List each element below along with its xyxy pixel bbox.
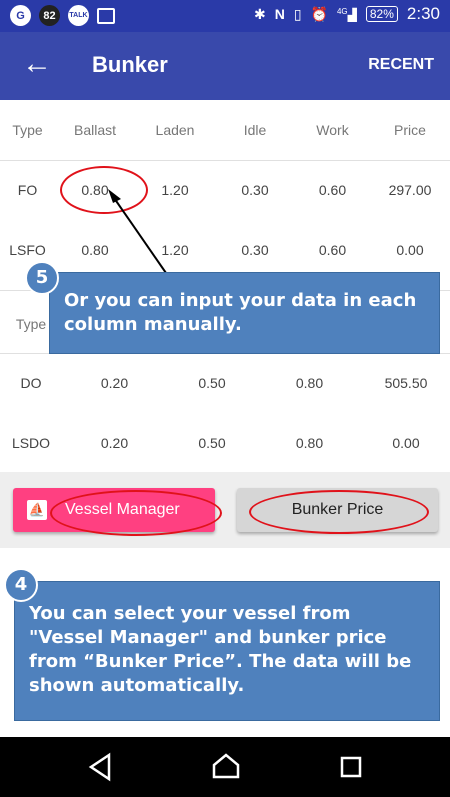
- row-type-label: FO: [17, 182, 38, 198]
- page-title: Bunker: [92, 52, 168, 77]
- price-field[interactable]: 0.00: [362, 435, 450, 451]
- home-icon[interactable]: [211, 751, 241, 783]
- callout-text: Or you can input your data in each colum…: [64, 290, 417, 335]
- callout-step-5: Or you can input your data in each colum…: [49, 272, 440, 354]
- arrow-left-icon[interactable]: ←: [22, 46, 52, 82]
- price-field[interactable]: 0.00: [370, 242, 450, 258]
- table-row: DO 0.20 0.50 0.80 505.50: [0, 353, 450, 413]
- pointer-arrow: [108, 189, 167, 274]
- signal-icon: 4G▟: [336, 6, 357, 22]
- step-badge: 5: [25, 261, 59, 295]
- ballast-field[interactable]: 0.20: [62, 375, 167, 391]
- back-triangle-icon[interactable]: [87, 751, 115, 783]
- laden-field[interactable]: 0.50: [167, 435, 257, 451]
- idle-field[interactable]: 0.30: [215, 242, 295, 258]
- laden-field[interactable]: 0.50: [167, 375, 257, 391]
- notification-icon-g: G: [10, 5, 31, 26]
- alarm-icon: ⏰: [310, 5, 328, 22]
- header-ballast: Ballast: [73, 122, 117, 138]
- recent-button[interactable]: RECENT: [368, 56, 434, 74]
- header-type: Type: [12, 122, 43, 138]
- table1-header: Type Ballast Laden Idle Work Price: [0, 100, 450, 160]
- highlight-oval: [249, 490, 429, 534]
- recent-apps-icon[interactable]: [338, 751, 364, 783]
- price-field[interactable]: 505.50: [362, 375, 450, 391]
- row-type-label: LSDO: [11, 435, 51, 451]
- vibrate-icon: ▯: [293, 5, 302, 22]
- table-row: LSFO 0.80 1.20 0.30 0.60 0.00: [0, 220, 450, 280]
- navigation-bar: [0, 737, 450, 797]
- idle-field[interactable]: 0.30: [215, 182, 295, 198]
- notification-icon-count: 82: [39, 5, 60, 26]
- callout-step-4: You can select your vessel from "Vessel …: [14, 581, 440, 721]
- image-notification-icon: [97, 7, 115, 24]
- row-type-label: DO: [20, 375, 42, 391]
- idle-field[interactable]: 0.80: [257, 375, 362, 391]
- header-price: Price: [394, 122, 426, 138]
- idle-field[interactable]: 0.80: [257, 435, 362, 451]
- nfc-icon: N: [274, 6, 285, 22]
- bluetooth-icon: ✱: [253, 5, 266, 22]
- header-work: Work: [316, 122, 349, 138]
- status-bar: G 82 TALK ✱ N ▯ ⏰ 4G▟ 82% 2:30: [0, 0, 450, 32]
- ballast-field[interactable]: 0.20: [62, 435, 167, 451]
- highlight-oval: [50, 490, 222, 536]
- app-bar: ← Bunker RECENT: [0, 32, 450, 100]
- network-type: 4G: [336, 6, 348, 16]
- step-badge: 4: [4, 568, 38, 602]
- work-field[interactable]: 0.60: [295, 242, 370, 258]
- price-field[interactable]: 297.00: [370, 182, 450, 198]
- talk-notification-icon: TALK: [68, 5, 89, 26]
- row-type-label: LSFO: [9, 242, 46, 258]
- table-row: LSDO 0.20 0.50 0.80 0.00: [0, 413, 450, 473]
- battery-indicator: 82%: [365, 6, 398, 22]
- header-idle: Idle: [243, 122, 267, 138]
- work-field[interactable]: 0.60: [295, 182, 370, 198]
- header-laden: Laden: [155, 122, 195, 138]
- callout-text: You can select your vessel from "Vessel …: [29, 603, 412, 696]
- clock: 2:30: [406, 4, 440, 23]
- ship-icon: ⛵: [27, 500, 47, 520]
